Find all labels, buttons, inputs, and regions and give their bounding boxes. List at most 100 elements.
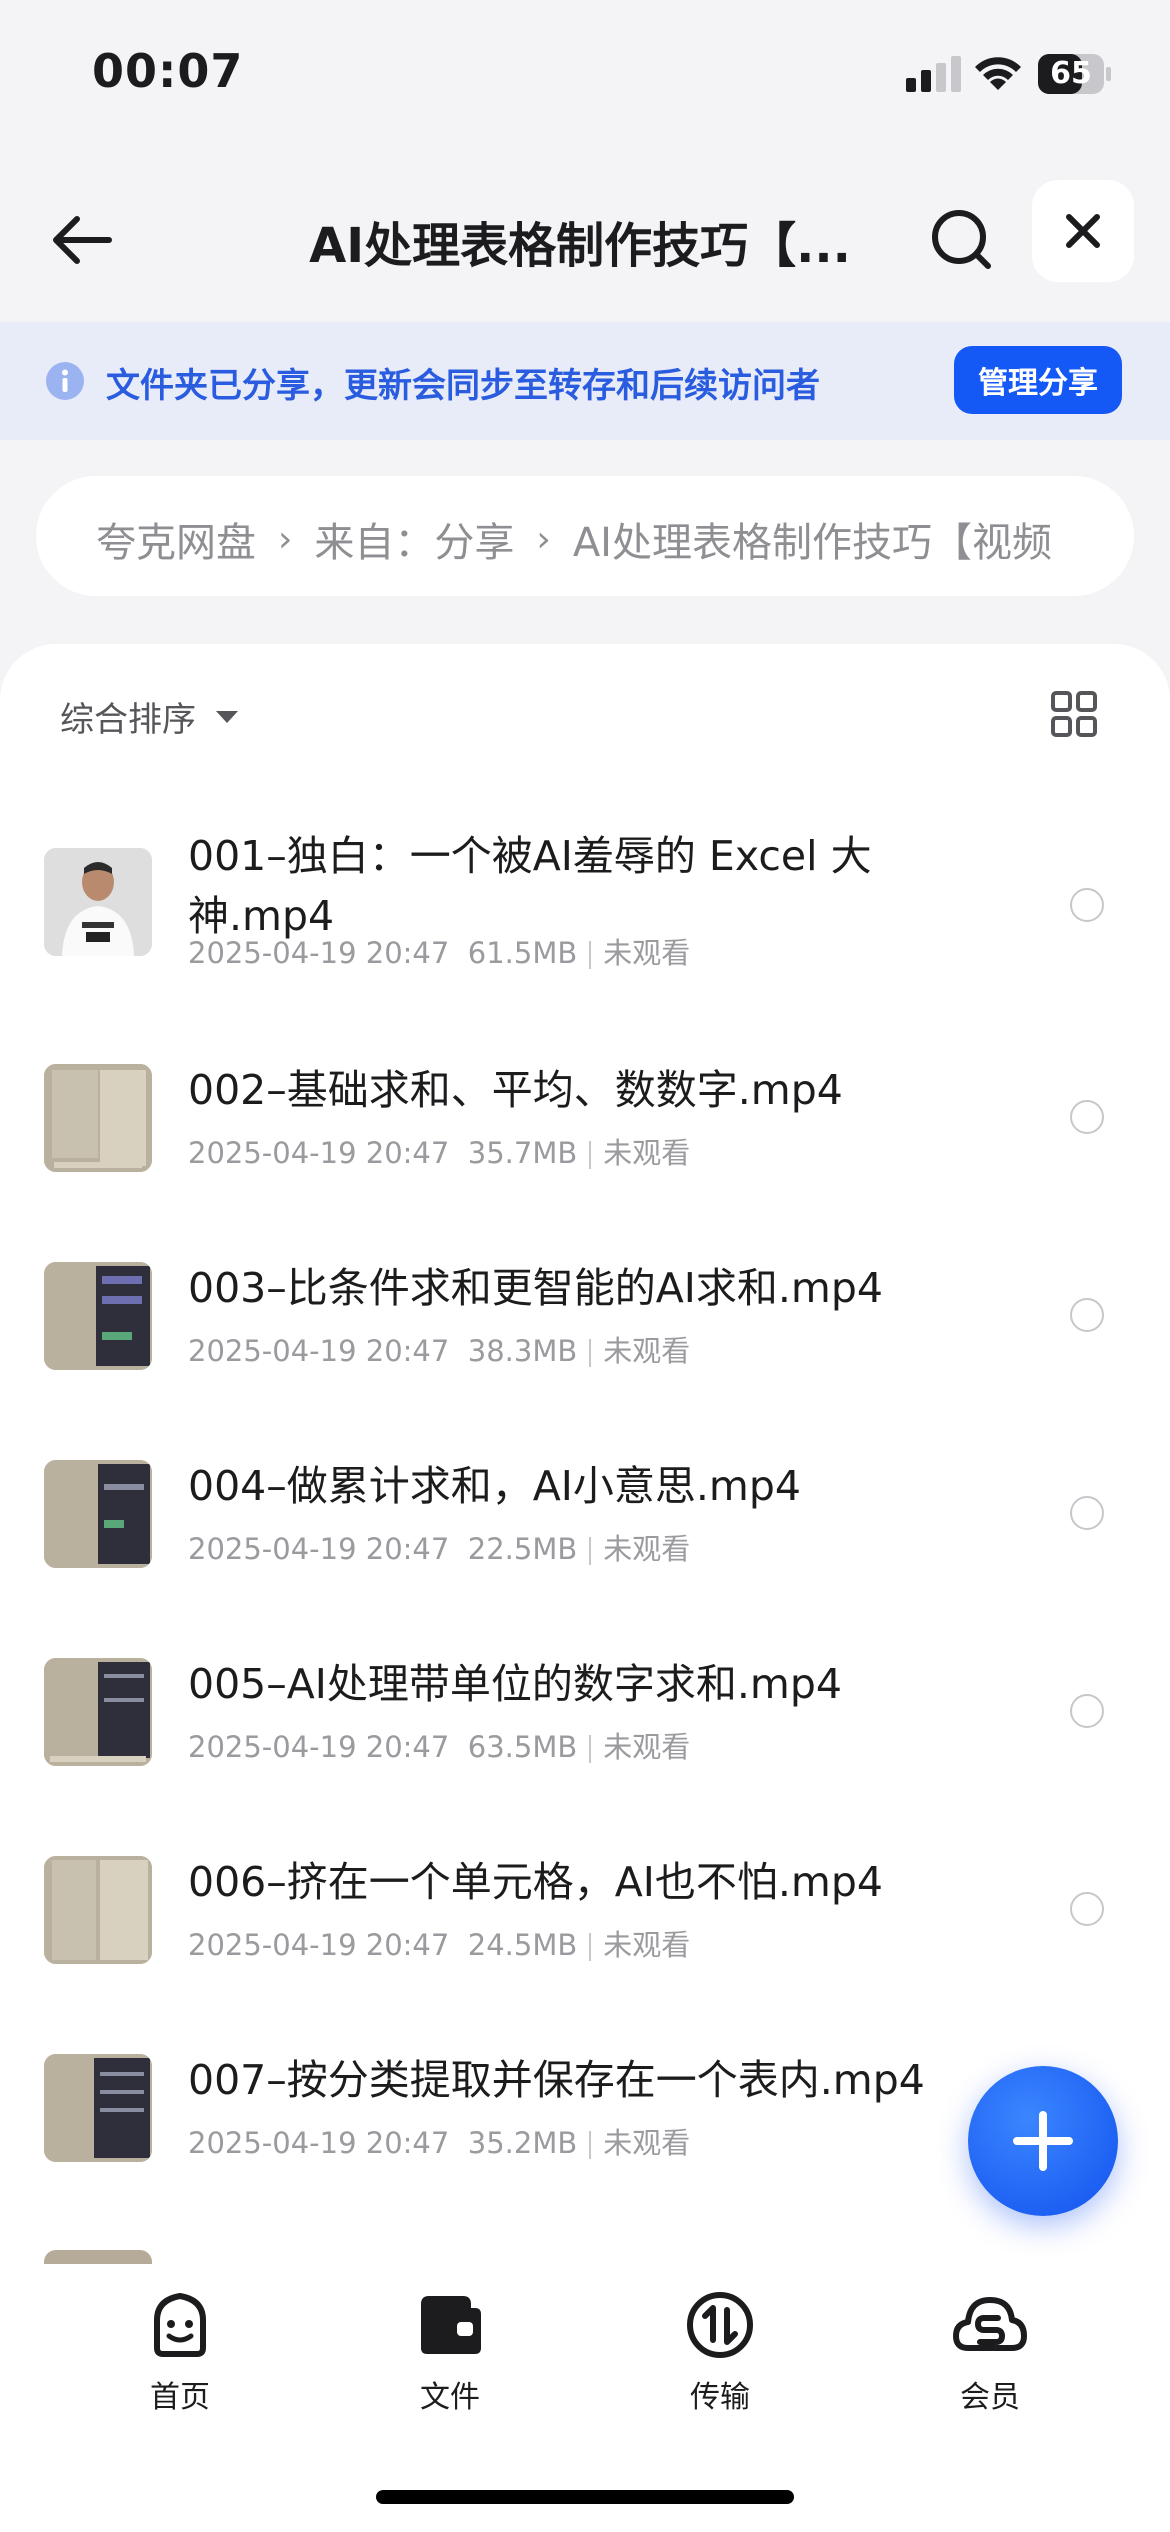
video-thumbnail [44, 1262, 152, 1370]
smile-face-icon [154, 2293, 206, 2357]
add-button[interactable] [968, 2066, 1118, 2216]
wifi-icon [975, 57, 1021, 90]
file-row[interactable]: 003–比条件求和更智能的AI求和.mp4 2025-04-19 20:47 3… [0, 1232, 1170, 1430]
video-thumbnail [44, 1460, 152, 1568]
file-row[interactable]: 002–基础求和、平均、数数字.mp4 2025-04-19 20:47 35.… [0, 1034, 1170, 1232]
file-size: 61.5MB [467, 936, 578, 970]
chevron-right-icon: › [536, 518, 551, 560]
file-date: 2025-04-19 20:47 [188, 936, 450, 970]
tab-label: 会员 [960, 2380, 1020, 2415]
select-radio[interactable] [1070, 1892, 1104, 1926]
close-icon [1066, 214, 1100, 248]
battery-level: 65 [1050, 56, 1092, 91]
close-button[interactable] [1032, 180, 1134, 282]
file-meta: 2025-04-19 20:47 61.5MB 未观看 [188, 930, 690, 972]
tab-membership[interactable]: 会员 [900, 2290, 1080, 2416]
watch-status: 未观看 [603, 936, 691, 970]
select-radio[interactable] [1070, 1100, 1104, 1134]
manage-share-button[interactable]: 管理分享 [954, 346, 1122, 414]
file-size: 22.5MB [467, 1532, 578, 1566]
grid-view-icon[interactable] [1050, 690, 1098, 738]
nav-header: AI处理表格制作技巧【... [0, 170, 1170, 320]
file-date: 2025-04-19 20:47 [188, 1334, 450, 1368]
file-date: 2025-04-19 20:47 [188, 1136, 450, 1170]
file-meta: 2025-04-19 20:47 38.3MB 未观看 [188, 1328, 690, 1370]
share-notice-banner: 文件夹已分享，更新会同步至转存和后续访问者 管理分享 [0, 322, 1170, 440]
wallet-folder-icon [421, 2296, 481, 2354]
tab-label: 首页 [150, 2380, 210, 2415]
file-row[interactable] [0, 2250, 1170, 2264]
caret-down-icon [216, 710, 238, 723]
sort-label: 综合排序 [60, 700, 196, 740]
file-name: 007–按分类提取并保存在一个表内.mp4 [188, 2056, 925, 2104]
file-name: 001–独白：一个被AI羞辱的 Excel 大神.mp4 [188, 832, 872, 940]
transfer-arrows-icon [687, 2292, 753, 2358]
video-thumbnail [44, 1064, 152, 1172]
file-meta: 2025-04-19 20:47 24.5MB 未观看 [188, 1922, 690, 1964]
file-name: 005–AI处理带单位的数字求和.mp4 [188, 1660, 842, 1708]
arrow-left-icon [53, 216, 112, 264]
breadcrumb-item-share[interactable]: 来自：分享 [314, 510, 514, 568]
status-bar: 00:07 65 [0, 0, 1170, 150]
cellular-signal-icon [906, 56, 961, 92]
video-thumbnail [44, 1856, 152, 1964]
file-row[interactable]: 006–挤在一个单元格，AI也不怕.mp4 2025-04-19 20:47 2… [0, 1826, 1170, 2024]
select-radio[interactable] [1070, 1694, 1104, 1728]
file-meta: 2025-04-19 20:47 35.2MB 未观看 [188, 2120, 690, 2162]
sort-dropdown[interactable]: 综合排序 [60, 692, 238, 741]
video-thumbnail [44, 2250, 152, 2264]
cloud-s-icon [953, 2297, 1027, 2351]
plus-icon [1013, 2111, 1073, 2171]
file-date: 2025-04-19 20:47 [188, 1928, 450, 1962]
select-radio[interactable] [1070, 1298, 1104, 1332]
file-meta: 2025-04-19 20:47 22.5MB 未观看 [188, 1526, 690, 1568]
file-name: 006–挤在一个单元格，AI也不怕.mp4 [188, 1858, 883, 1906]
breadcrumb: 夸克网盘 › 来自：分享 › AI处理表格制作技巧【视频 [36, 476, 1134, 596]
breadcrumb-item-root[interactable]: 夸克网盘 [96, 510, 256, 568]
share-notice-text: 文件夹已分享，更新会同步至转存和后续访问者 [106, 366, 820, 406]
watch-status: 未观看 [603, 1730, 691, 1764]
status-time: 00:07 [92, 44, 244, 98]
file-date: 2025-04-19 20:47 [188, 1730, 450, 1764]
back-button[interactable] [40, 198, 124, 282]
file-date: 2025-04-19 20:47 [188, 2126, 450, 2160]
file-name: 004–做累计求和，AI小意思.mp4 [188, 1462, 801, 1510]
search-button[interactable] [920, 198, 1004, 282]
file-size: 35.2MB [467, 2126, 578, 2160]
breadcrumb-item-current: AI处理表格制作技巧【视频 [572, 520, 1052, 566]
file-name: 003–比条件求和更智能的AI求和.mp4 [188, 1264, 883, 1312]
file-size: 38.3MB [467, 1334, 578, 1368]
file-size: 63.5MB [467, 1730, 578, 1764]
file-row[interactable]: 001–独白：一个被AI羞辱的 Excel 大神.mp4 2025-04-19 … [0, 804, 1170, 1004]
page-title: AI处理表格制作技巧【... [309, 218, 851, 274]
watch-status: 未观看 [603, 1928, 691, 1962]
info-icon [46, 362, 84, 400]
tab-transfer[interactable]: 传输 [630, 2290, 810, 2416]
tab-home[interactable]: 首页 [90, 2290, 270, 2416]
search-icon [932, 210, 991, 269]
tab-label: 文件 [420, 2380, 480, 2415]
video-thumbnail [44, 1658, 152, 1766]
tab-files[interactable]: 文件 [360, 2290, 540, 2416]
file-meta: 2025-04-19 20:47 35.7MB 未观看 [188, 1130, 690, 1172]
file-size: 24.5MB [467, 1928, 578, 1962]
video-thumbnail [44, 848, 152, 956]
file-row[interactable]: 005–AI处理带单位的数字求和.mp4 2025-04-19 20:47 63… [0, 1628, 1170, 1826]
watch-status: 未观看 [603, 1334, 691, 1368]
chevron-right-icon: › [278, 518, 293, 560]
battery-icon: 65 [1038, 54, 1112, 94]
file-date: 2025-04-19 20:47 [188, 1532, 450, 1566]
watch-status: 未观看 [603, 2126, 691, 2160]
select-radio[interactable] [1070, 1496, 1104, 1530]
file-meta: 2025-04-19 20:47 63.5MB 未观看 [188, 1724, 690, 1766]
file-row[interactable]: 004–做累计求和，AI小意思.mp4 2025-04-19 20:47 22.… [0, 1430, 1170, 1628]
video-thumbnail [44, 2054, 152, 2162]
file-list-panel: 综合排序 001–独白：一个被AI羞辱的 Excel 大神.mp4 2025-0… [0, 644, 1170, 2264]
watch-status: 未观看 [603, 1136, 691, 1170]
watch-status: 未观看 [603, 1532, 691, 1566]
select-radio[interactable] [1070, 888, 1104, 922]
file-size: 35.7MB [467, 1136, 578, 1170]
home-indicator[interactable] [376, 2490, 794, 2504]
file-name: 002–基础求和、平均、数数字.mp4 [188, 1066, 843, 1114]
tab-label: 传输 [690, 2380, 750, 2415]
